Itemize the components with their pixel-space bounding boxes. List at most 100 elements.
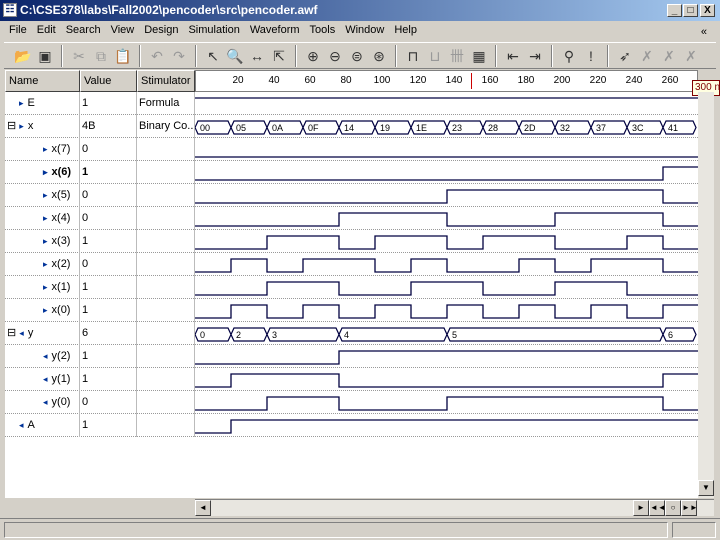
find-next-icon[interactable]: ! (580, 45, 602, 67)
menu-search[interactable]: Search (61, 22, 106, 41)
signal-name-text: A (27, 419, 35, 431)
menu-waveform[interactable]: Waveform (245, 22, 305, 41)
signal-name[interactable]: ▸ x(1) (5, 276, 80, 299)
signal-stimulator[interactable] (137, 230, 195, 253)
open-icon[interactable]: 📂 (12, 45, 34, 67)
signal-name[interactable]: ▸ x(6) (5, 161, 80, 184)
scroll-right-button[interactable]: ► (633, 500, 649, 516)
signal-stimulator[interactable] (137, 253, 195, 276)
find-icon[interactable]: ⚲ (558, 45, 580, 67)
toolbar-separator (61, 44, 63, 67)
signal-stimulator[interactable] (137, 161, 195, 184)
signal-stimulator[interactable] (137, 368, 195, 391)
menu-help[interactable]: Help (389, 22, 422, 41)
measure-icon[interactable]: ↔ (246, 45, 268, 67)
menu-design[interactable]: Design (139, 22, 183, 41)
prev-edge-icon[interactable]: ⇤ (502, 45, 524, 67)
bus-value-label: 32 (560, 123, 570, 133)
signal-stimulator[interactable] (137, 391, 195, 414)
pointer-icon[interactable]: ↖ (202, 45, 224, 67)
signal-name[interactable]: ◂ y(2) (5, 345, 80, 368)
signal-stimulator[interactable] (137, 322, 195, 345)
signal-value: 1 (80, 161, 137, 184)
menu-bar: « File Edit Search View Design Simulation Wave… (0, 22, 720, 41)
signal-name-text: x(0) (51, 304, 71, 316)
waveform-area[interactable]: 00 05 0A 0F 14 19 1E 23 28 2D 32 37 3C 410 2 3 4 5 6 (195, 92, 698, 498)
zoom-range-icon[interactable]: ⊛ (368, 45, 390, 67)
zoom-out-icon[interactable]: ⊖ (324, 45, 346, 67)
signal-stimulator[interactable] (137, 138, 195, 161)
vertical-scrollbar[interactable]: ▼ (698, 92, 714, 498)
signal-stimulator[interactable]: Formula (137, 92, 195, 115)
signal-stimulator[interactable] (137, 299, 195, 322)
signal-name[interactable]: ⊟ ◂ y (5, 322, 80, 345)
stimulator-3-icon[interactable]: ✗ (658, 45, 680, 67)
column-header-name[interactable]: Name (5, 70, 80, 92)
column-header-value[interactable]: Value (80, 70, 137, 92)
signal-properties-icon[interactable]: ▦ (468, 45, 490, 67)
signal-stimulator[interactable] (137, 276, 195, 299)
signal-stimulator[interactable]: Binary Co... (137, 115, 195, 138)
collapse-icon[interactable]: ⊟ (7, 120, 16, 132)
menu-window[interactable]: Window (340, 22, 389, 41)
close-button[interactable]: X (700, 4, 715, 17)
paste-icon[interactable]: 📋 (112, 45, 134, 67)
stimulator-4-icon[interactable]: ✗ (680, 45, 702, 67)
signal-name[interactable]: ◂ y(1) (5, 368, 80, 391)
wave-x2 (195, 258, 698, 273)
edit-bus-icon[interactable]: 卌 (446, 45, 468, 67)
horizontal-scrollbar[interactable]: ◄ ► ◄◄ ○ ►► (195, 499, 714, 516)
ruler-tick-label: 220 (589, 75, 607, 86)
select-signal-icon[interactable]: ⇱ (268, 45, 290, 67)
stimulator-2-icon[interactable]: ✗ (636, 45, 658, 67)
wave-A (195, 419, 698, 434)
input-port-icon: ▸ (19, 121, 24, 131)
menu-simulation[interactable]: Simulation (183, 22, 244, 41)
cut-icon[interactable]: ✂ (68, 45, 90, 67)
save-icon[interactable]: ▣ (34, 45, 56, 67)
copy-icon[interactable]: ⧉ (90, 45, 112, 67)
toolbar-separator (295, 44, 297, 67)
minimize-button[interactable]: _ (667, 4, 682, 17)
undo-icon[interactable]: ↶ (146, 45, 168, 67)
signal-name[interactable]: ▸ x(0) (5, 299, 80, 322)
stimulator-icon[interactable]: ➶ (614, 45, 636, 67)
zoom-fit-icon[interactable]: ⊜ (346, 45, 368, 67)
wave-x0 (195, 304, 698, 319)
time-cursor[interactable] (471, 73, 473, 89)
next-edge-icon[interactable]: ⇥ (524, 45, 546, 67)
collapse-icon[interactable]: ⊟ (7, 327, 16, 339)
menu-file[interactable]: File (4, 22, 32, 41)
signal-name[interactable]: ▸ x(5) (5, 184, 80, 207)
signal-name[interactable]: ◂ y(0) (5, 391, 80, 414)
signal-name[interactable]: ▸ x(4) (5, 207, 80, 230)
menu-view[interactable]: View (106, 22, 140, 41)
maximize-button[interactable]: □ (683, 4, 698, 17)
signal-name[interactable]: ⊟ ▸ x (5, 115, 80, 138)
menu-chevron-icon[interactable]: « (696, 24, 712, 40)
toolbar: 📂 ▣ ✂ ⧉ 📋 ↶ ↷ ↖ 🔍 ↔ ⇱ ⊕ ⊖ ⊜ ⊛ ⊓ ⊔ 卌 ▦ ⇤ ⇥ ⚲! ➶ ✗ ✗ ✗ (4, 42, 716, 69)
column-header-stimulator[interactable]: Stimulator (137, 70, 195, 92)
time-ruler[interactable]: 20 40 60 80 100 120 140 160 180 200 220 240 260 (195, 70, 698, 92)
zoom-in-icon[interactable]: ⊕ (302, 45, 324, 67)
scroll-down-button[interactable]: ▼ (698, 480, 714, 496)
center-button[interactable]: ○ (665, 500, 681, 516)
signal-name[interactable]: ▸ x(2) (5, 253, 80, 276)
signal-stimulator[interactable] (137, 345, 195, 368)
zoom-icon[interactable]: 🔍 (224, 45, 246, 67)
menu-tools[interactable]: Tools (305, 22, 341, 41)
redo-icon[interactable]: ↷ (168, 45, 190, 67)
page-back-button[interactable]: ◄◄ (649, 500, 666, 516)
page-forward-button[interactable]: ►► (681, 500, 698, 516)
signal-name[interactable]: ◂ A (5, 414, 80, 437)
signal-stimulator[interactable] (137, 184, 195, 207)
scroll-left-button[interactable]: ◄ (195, 500, 211, 516)
signal-name[interactable]: ▸ x(7) (5, 138, 80, 161)
add-signal-icon[interactable]: ⊓ (402, 45, 424, 67)
signal-name[interactable]: ▸ E (5, 92, 80, 115)
remove-signal-icon[interactable]: ⊔ (424, 45, 446, 67)
menu-edit[interactable]: Edit (32, 22, 61, 41)
signal-name[interactable]: ▸ x(3) (5, 230, 80, 253)
signal-stimulator[interactable] (137, 414, 195, 437)
signal-stimulator[interactable] (137, 207, 195, 230)
